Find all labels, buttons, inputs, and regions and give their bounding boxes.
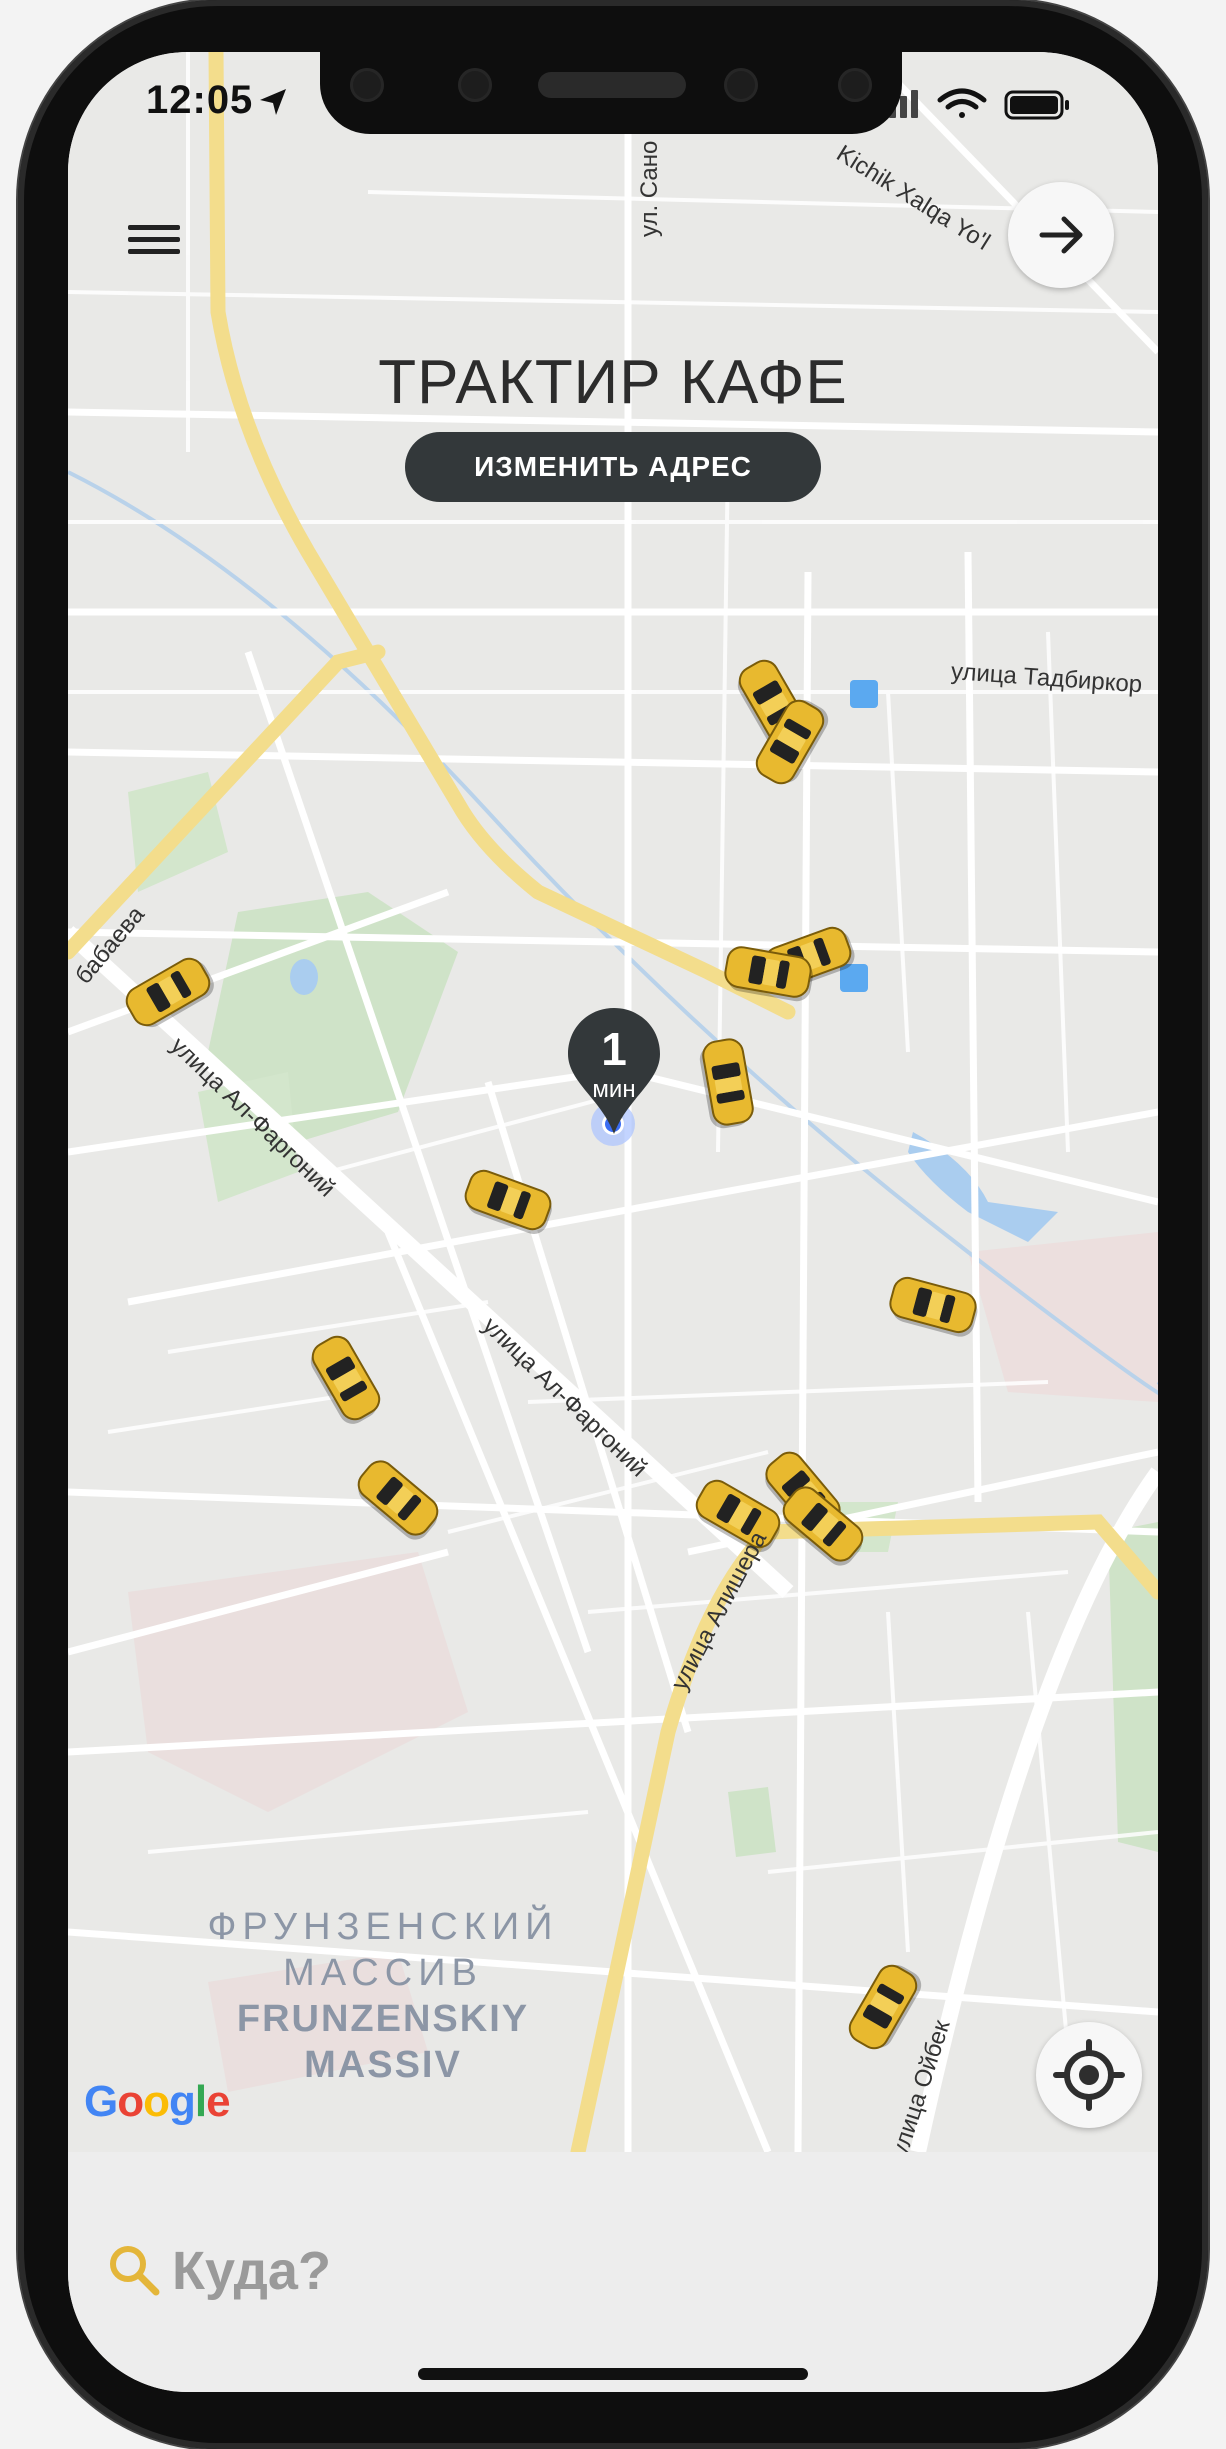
- eta-pin: 1 мин: [564, 1004, 664, 1144]
- eta-value: 1: [601, 1023, 627, 1075]
- battery-icon: [1004, 90, 1069, 120]
- search-icon: [110, 2246, 160, 2296]
- district-label-ru-2: МАССИВ: [283, 1952, 483, 1994]
- change-address-button[interactable]: ИЗМЕНИТЬ АДРЕС: [405, 432, 821, 502]
- destination-panel: Куда?: [68, 2152, 1158, 2392]
- google-attribution[interactable]: Google: [84, 2077, 231, 2127]
- speaker-grille: [538, 72, 686, 98]
- front-camera-icon: [724, 68, 758, 102]
- status-time: 12:05: [146, 78, 254, 122]
- phone-notch: [320, 52, 902, 134]
- wifi-icon: [937, 88, 987, 118]
- app-screen: ул. Сано Kichik Xalqa Yo'l улица Тадбирк…: [68, 52, 1158, 2392]
- pickup-address-title: ТРАКТИР КАФЕ: [378, 348, 848, 417]
- destination-search-input[interactable]: Куда?: [172, 2240, 331, 2302]
- home-indicator[interactable]: [418, 2368, 808, 2380]
- hamburger-icon: [124, 212, 184, 254]
- district-label-lat-1: FRUNZENSKIY: [236, 1998, 530, 2040]
- crosshair-icon: [1053, 2039, 1125, 2111]
- my-location-button[interactable]: [1036, 2022, 1142, 2128]
- district-label-ru-1: ФРУНЗЕНСКИЙ: [207, 1906, 559, 1948]
- location-arrow-icon: [260, 89, 286, 115]
- sensor-icon: [458, 68, 492, 102]
- sensor-icon: [838, 68, 872, 102]
- menu-button[interactable]: [124, 212, 184, 272]
- status-icons: [878, 84, 1098, 129]
- arrow-right-icon: [1039, 216, 1083, 254]
- next-button[interactable]: [1008, 182, 1114, 288]
- eta-unit: мин: [592, 1076, 636, 1103]
- street-label: ул. Сано: [636, 140, 663, 237]
- sensor-icon: [350, 68, 384, 102]
- district-label: ФРУНЗЕНСКИЙ МАССИВ FRUNZENSKIY MASSIV: [158, 1904, 608, 2088]
